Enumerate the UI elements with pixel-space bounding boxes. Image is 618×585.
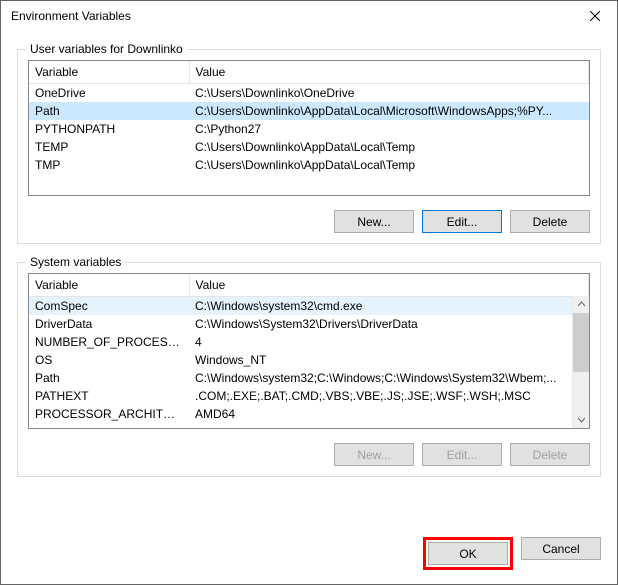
cell-value: C:\Users\Downlinko\AppData\Local\Microso… xyxy=(189,102,589,120)
cell-variable: OS xyxy=(29,351,189,369)
cell-value: C:\Users\Downlinko\AppData\Local\Temp xyxy=(189,156,589,174)
sys-col-variable[interactable]: Variable xyxy=(29,274,189,297)
table-row[interactable]: PYTHONPATHC:\Python27 xyxy=(29,120,589,138)
table-row[interactable]: PathC:\Windows\system32;C:\Windows;C:\Wi… xyxy=(29,369,589,387)
ok-highlight: OK xyxy=(423,537,513,570)
user-variables-group: User variables for Downlinko Variable Va… xyxy=(17,49,601,244)
cell-variable: DriverData xyxy=(29,315,189,333)
cell-value: Windows_NT xyxy=(189,351,589,369)
cell-variable: NUMBER_OF_PROCESSORS xyxy=(29,333,189,351)
table-row[interactable]: ComSpecC:\Windows\system32\cmd.exe xyxy=(29,297,589,316)
system-variables-table-wrap: Variable Value ComSpecC:\Windows\system3… xyxy=(28,273,590,429)
close-button[interactable] xyxy=(572,1,617,31)
table-row[interactable]: PATHEXT.COM;.EXE;.BAT;.CMD;.VBS;.VBE;.JS… xyxy=(29,387,589,405)
system-scrollbar[interactable] xyxy=(572,296,589,428)
user-new-button[interactable]: New... xyxy=(334,210,414,233)
system-new-button[interactable]: New... xyxy=(334,443,414,466)
cell-variable: PROCESSOR_ARCHITECTURE xyxy=(29,405,189,423)
user-variables-table[interactable]: Variable Value OneDriveC:\Users\Downlink… xyxy=(29,61,589,174)
table-row[interactable]: OneDriveC:\Users\Downlinko\OneDrive xyxy=(29,84,589,103)
chevron-down-icon xyxy=(578,416,585,423)
system-edit-button[interactable]: Edit... xyxy=(422,443,502,466)
system-variables-legend: System variables xyxy=(26,255,125,269)
user-variables-table-wrap: Variable Value OneDriveC:\Users\Downlink… xyxy=(28,60,590,196)
table-row[interactable]: PathC:\Users\Downlinko\AppData\Local\Mic… xyxy=(29,102,589,120)
cell-value: C:\Windows\system32\cmd.exe xyxy=(189,297,589,316)
table-row[interactable]: OSWindows_NT xyxy=(29,351,589,369)
user-button-row: New... Edit... Delete xyxy=(28,210,590,233)
dialog-button-row: OK Cancel xyxy=(1,523,617,584)
cancel-button[interactable]: Cancel xyxy=(521,537,601,560)
sys-col-value[interactable]: Value xyxy=(189,274,589,297)
scroll-thumb[interactable] xyxy=(573,313,589,372)
table-row[interactable]: DriverDataC:\Windows\System32\Drivers\Dr… xyxy=(29,315,589,333)
system-delete-button[interactable]: Delete xyxy=(510,443,590,466)
cell-value: .COM;.EXE;.BAT;.CMD;.VBS;.VBE;.JS;.JSE;.… xyxy=(189,387,589,405)
cell-variable: PATHEXT xyxy=(29,387,189,405)
cell-variable: TMP xyxy=(29,156,189,174)
cell-value: C:\Python27 xyxy=(189,120,589,138)
environment-variables-dialog: Environment Variables User variables for… xyxy=(0,0,618,585)
chevron-up-icon xyxy=(578,301,585,308)
cell-variable: PYTHONPATH xyxy=(29,120,189,138)
cell-value: C:\Windows\System32\Drivers\DriverData xyxy=(189,315,589,333)
cell-value: 4 xyxy=(189,333,589,351)
titlebar: Environment Variables xyxy=(1,1,617,31)
scroll-track[interactable] xyxy=(573,313,589,411)
window-title: Environment Variables xyxy=(11,9,572,23)
system-variables-group: System variables Variable Value ComSpecC… xyxy=(17,262,601,477)
cell-value: AMD64 xyxy=(189,405,589,423)
cell-variable: ComSpec xyxy=(29,297,189,316)
cell-variable: TEMP xyxy=(29,138,189,156)
scroll-down-arrow[interactable] xyxy=(573,411,589,428)
table-row[interactable]: TMPC:\Users\Downlinko\AppData\Local\Temp xyxy=(29,156,589,174)
close-icon xyxy=(590,11,600,21)
table-row[interactable]: NUMBER_OF_PROCESSORS4 xyxy=(29,333,589,351)
cell-value: C:\Users\Downlinko\OneDrive xyxy=(189,84,589,103)
user-edit-button[interactable]: Edit... xyxy=(422,210,502,233)
user-col-value[interactable]: Value xyxy=(189,61,589,84)
scroll-up-arrow[interactable] xyxy=(573,296,589,313)
cell-value: C:\Users\Downlinko\AppData\Local\Temp xyxy=(189,138,589,156)
user-variables-legend: User variables for Downlinko xyxy=(26,42,187,56)
cell-value: C:\Windows\system32;C:\Windows;C:\Window… xyxy=(189,369,589,387)
cell-variable: Path xyxy=(29,102,189,120)
cell-variable: OneDrive xyxy=(29,84,189,103)
system-variables-table[interactable]: Variable Value ComSpecC:\Windows\system3… xyxy=(29,274,589,423)
table-row[interactable]: PROCESSOR_ARCHITECTUREAMD64 xyxy=(29,405,589,423)
ok-button[interactable]: OK xyxy=(428,542,508,565)
table-row[interactable]: TEMPC:\Users\Downlinko\AppData\Local\Tem… xyxy=(29,138,589,156)
system-button-row: New... Edit... Delete xyxy=(28,443,590,466)
cell-variable: Path xyxy=(29,369,189,387)
user-col-variable[interactable]: Variable xyxy=(29,61,189,84)
user-delete-button[interactable]: Delete xyxy=(510,210,590,233)
